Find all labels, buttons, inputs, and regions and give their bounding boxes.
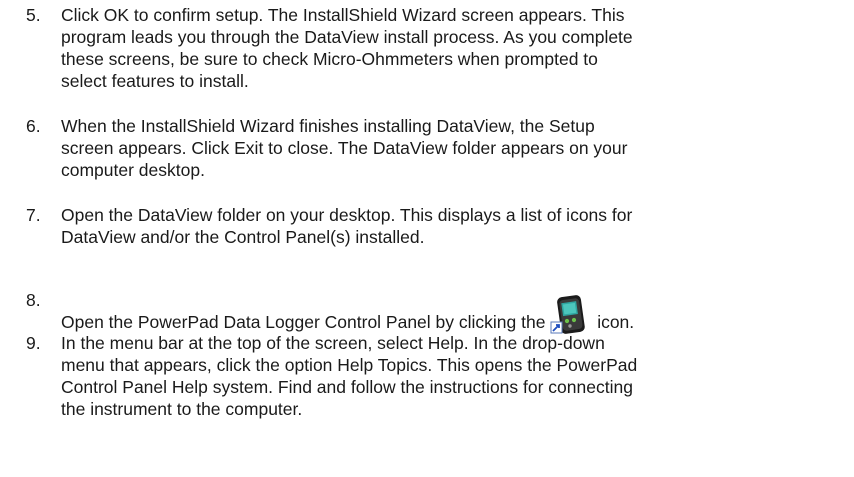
step-text: In the menu bar at the top of the screen… (61, 333, 638, 419)
step-number: 5. (26, 5, 41, 25)
step-text: Open the PowerPad Data Logger Control Pa… (61, 289, 635, 334)
step-number: 6. (26, 116, 41, 136)
step-7: 7. Open the DataView folder on your desk… (26, 204, 854, 248)
step-text-after-icon: icon. (592, 312, 635, 332)
step-number: 8. (26, 290, 41, 310)
step-number: 9. (26, 333, 41, 353)
step-text: When the InstallShield Wizard finishes i… (61, 116, 628, 180)
step-number: 7. (26, 205, 41, 225)
step-8: 8. Open the PowerPad Data Logger Control… (26, 289, 854, 334)
step-text: Open the DataView folder on your desktop… (61, 205, 633, 247)
step-9: 9. In the menu bar at the top of the scr… (26, 332, 854, 420)
step-6: 6. When the InstallShield Wizard finishe… (26, 115, 854, 181)
step-text-before-icon: Open the PowerPad Data Logger Control Pa… (61, 312, 551, 332)
step-5: 5. Click OK to confirm setup. The Instal… (26, 4, 854, 92)
powerpad-control-panel-icon (550, 295, 592, 334)
step-text: Click OK to confirm setup. The InstallSh… (61, 5, 633, 91)
instruction-page: 5. Click OK to confirm setup. The Instal… (0, 0, 854, 477)
